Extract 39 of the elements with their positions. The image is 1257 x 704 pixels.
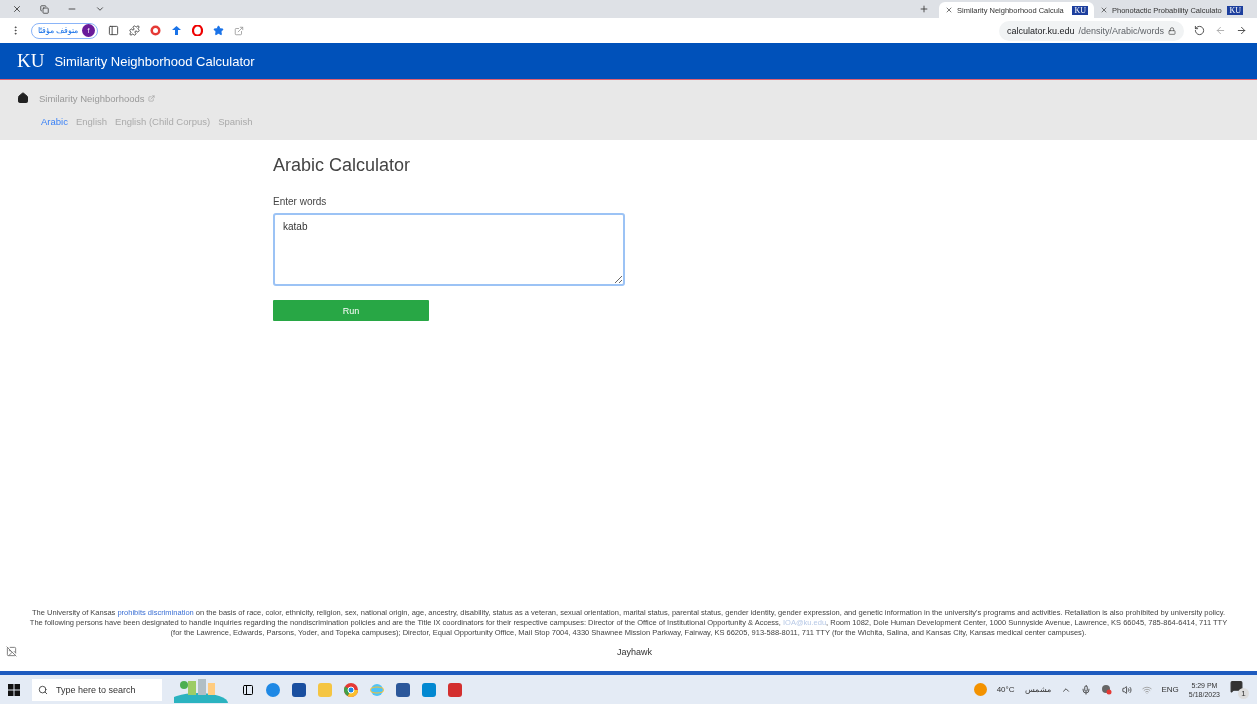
- image-alt-text: Jayhawk: [617, 646, 652, 657]
- close-icon[interactable]: [1100, 6, 1108, 14]
- favicon: KU: [1227, 5, 1243, 15]
- microphone-icon[interactable]: [1080, 684, 1091, 695]
- input-language[interactable]: ENG: [1161, 685, 1179, 694]
- extension-icon[interactable]: [171, 25, 183, 36]
- restore-icon[interactable]: [40, 4, 49, 14]
- chevron-down-icon[interactable]: [95, 4, 105, 14]
- share-icon[interactable]: [234, 25, 245, 36]
- site-title[interactable]: Similarity Neighborhood Calculator: [54, 53, 255, 69]
- favicon: KU: [1072, 5, 1088, 15]
- reload-icon[interactable]: [1194, 25, 1205, 36]
- windows-icon[interactable]: [8, 683, 20, 696]
- close-icon[interactable]: [945, 6, 953, 14]
- notification-count: 1: [1238, 688, 1249, 699]
- weather-condition: مشمس: [1024, 685, 1051, 694]
- field-label: Enter words: [273, 196, 328, 207]
- close-icon[interactable]: [12, 4, 22, 14]
- record-icon[interactable]: [150, 25, 162, 36]
- home-icon[interactable]: [17, 92, 29, 104]
- forward-icon[interactable]: [1236, 25, 1247, 36]
- logo: KU: [17, 50, 45, 72]
- external-link-icon: [147, 94, 155, 102]
- star-icon[interactable]: [213, 25, 225, 36]
- task-view-icon[interactable]: [242, 683, 254, 696]
- chrome-icon[interactable]: [344, 682, 358, 697]
- temperature: 40°C: [996, 685, 1015, 694]
- weather-icon: [973, 683, 987, 696]
- words-input-field[interactable]: katab: [273, 213, 625, 286]
- address-bar[interactable]: calculator.ku.edu /density/Arabic/words: [998, 20, 1184, 41]
- puzzle-icon[interactable]: [129, 25, 141, 36]
- taskbar-search-field[interactable]: Type here to search: [32, 678, 162, 701]
- broken-image-icon: [6, 646, 17, 657]
- page-heading: Arabic Calculator: [273, 155, 412, 176]
- opera-icon[interactable]: [192, 25, 204, 36]
- side-panel-icon[interactable]: [108, 25, 120, 36]
- volume-icon[interactable]: [1121, 684, 1132, 695]
- lock-icon: [1168, 26, 1176, 35]
- search-icon: [38, 684, 48, 695]
